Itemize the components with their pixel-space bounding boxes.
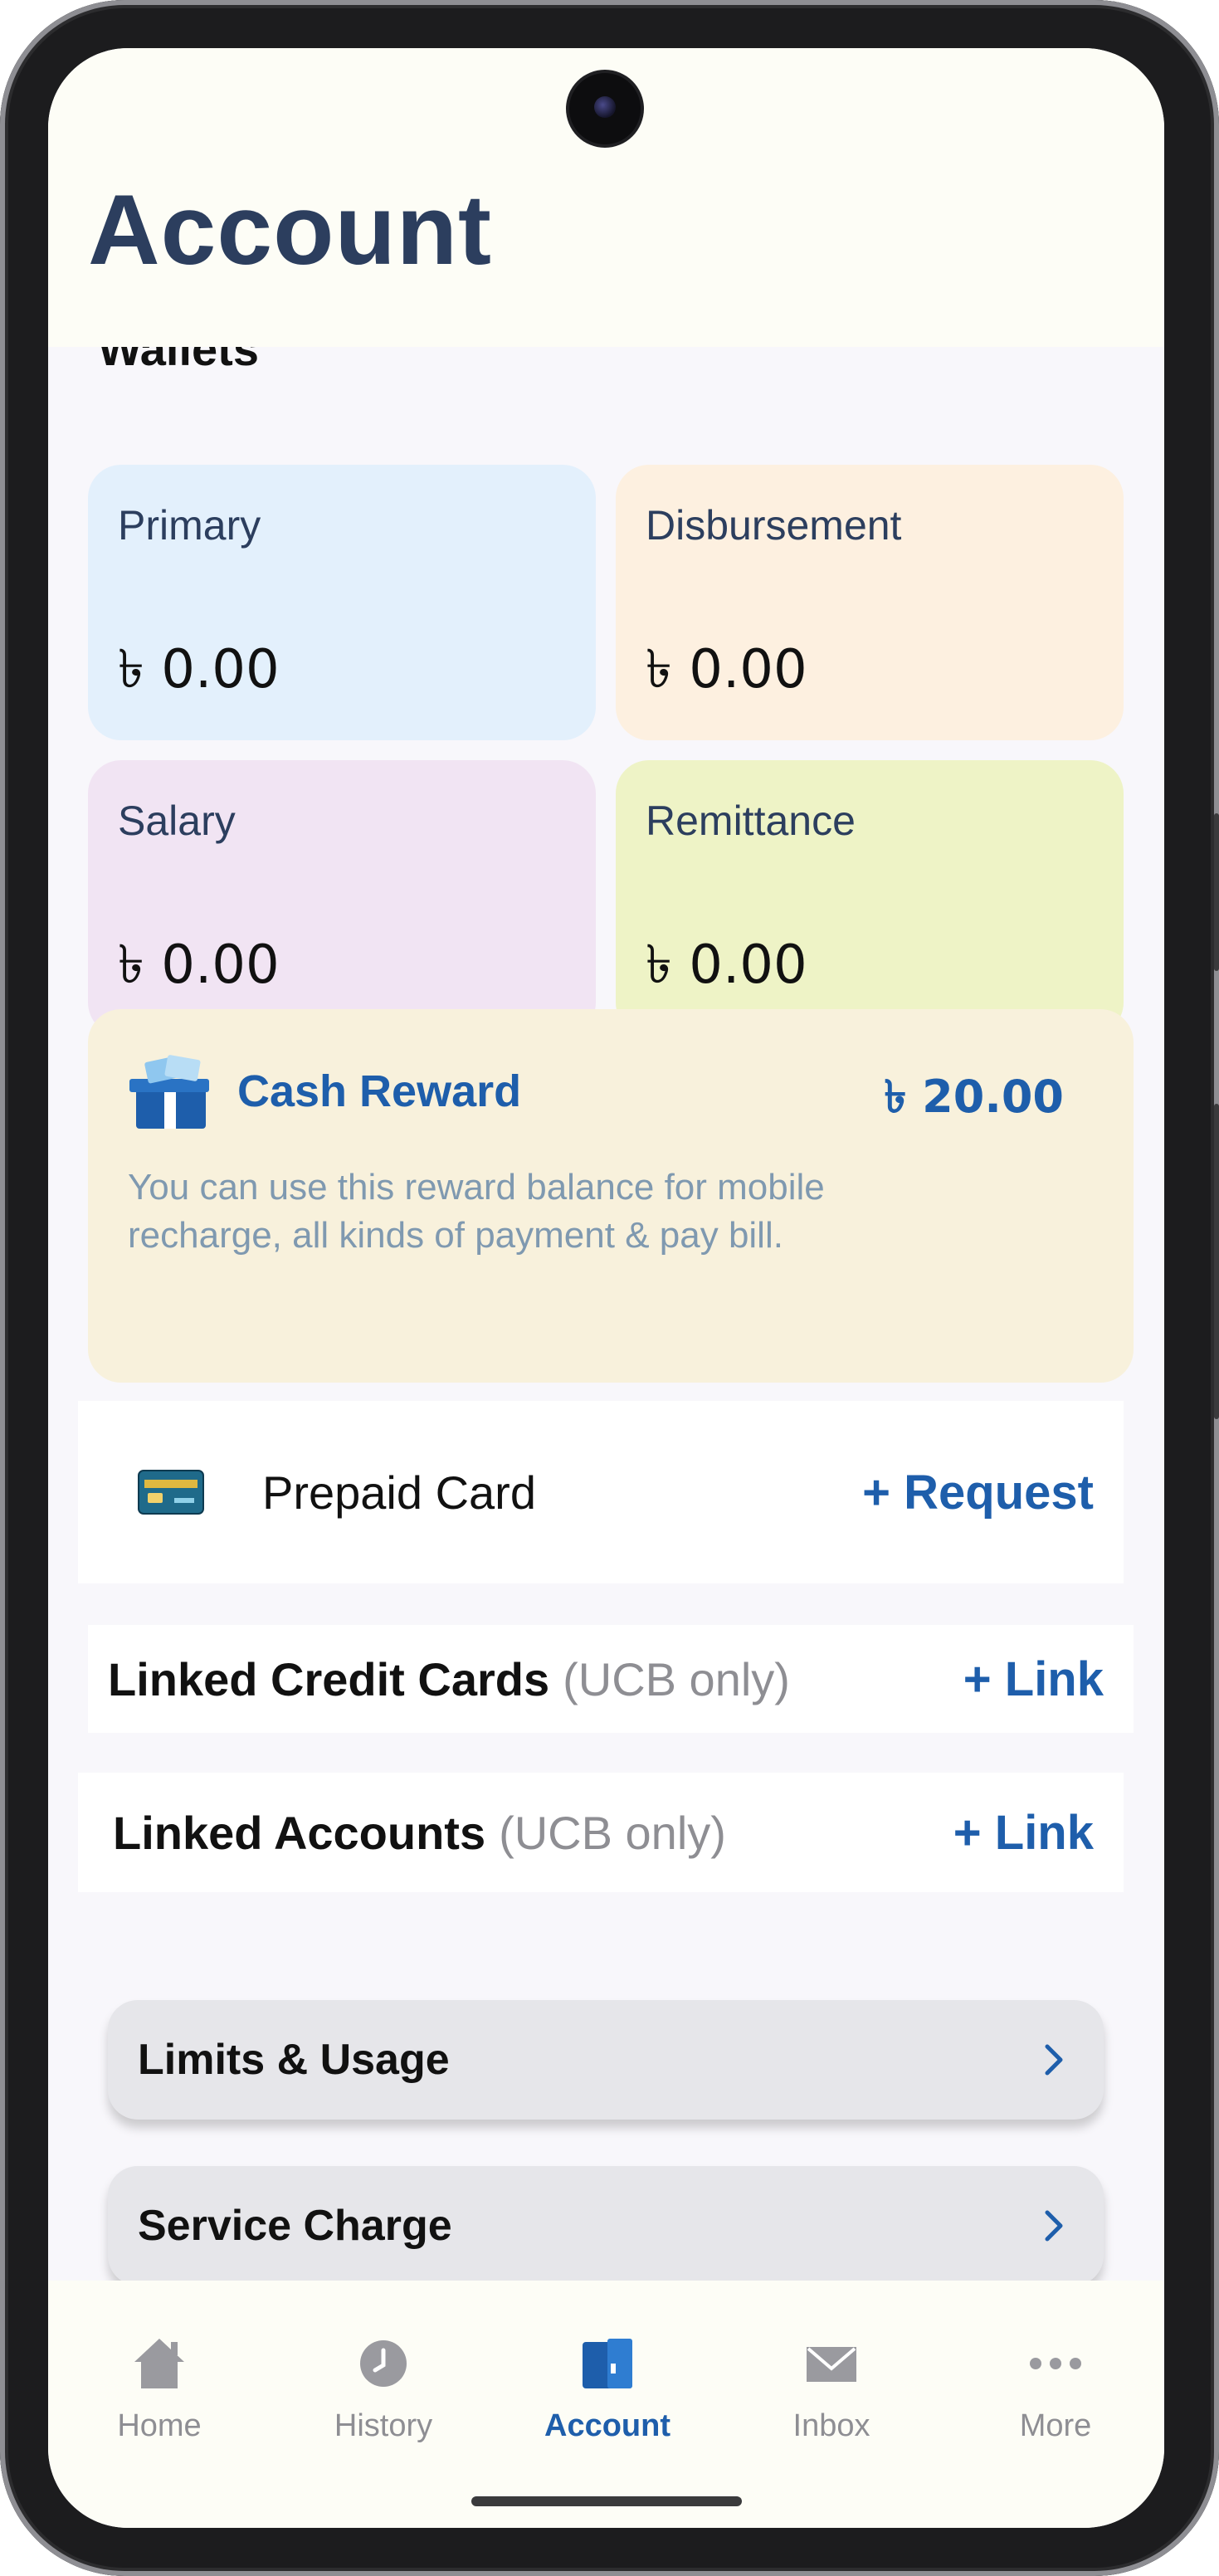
- nav-more[interactable]: More: [973, 2330, 1139, 2444]
- wallet-name: Salary: [118, 798, 236, 844]
- service-charge-button[interactable]: Service Charge: [108, 2166, 1104, 2286]
- linked-credit-cards-row[interactable]: Linked Credit Cards (UCB only) + Link: [88, 1625, 1134, 1733]
- account-content[interactable]: Wallets Primary ৳ 0.00 Disbursement ৳ 0.…: [48, 347, 1164, 2330]
- home-icon: [134, 2339, 184, 2388]
- linked-accounts-label: Linked Accounts: [113, 1806, 486, 1859]
- nav-home[interactable]: Home: [76, 2330, 242, 2444]
- limits-usage-label: Limits & Usage: [138, 2036, 450, 2084]
- wallet-balance: ৳ 0.00: [646, 639, 807, 700]
- chevron-right-icon: [1045, 2044, 1063, 2076]
- nav-label: Home: [117, 2408, 202, 2443]
- cash-reward-title: Cash Reward: [237, 1066, 522, 1116]
- wallet-card-remittance[interactable]: Remittance ৳ 0.00: [616, 760, 1124, 1036]
- app-header: Account: [48, 48, 1164, 347]
- cash-reward-description: You can use this reward balance for mobi…: [128, 1167, 825, 1256]
- chevron-right-icon: [1045, 2210, 1063, 2242]
- prepaid-card-row[interactable]: Prepaid Card + Request: [78, 1401, 1124, 1583]
- nav-label: History: [334, 2408, 433, 2443]
- wallet-card-salary[interactable]: Salary ৳ 0.00: [88, 760, 596, 1036]
- ucb-only-note: (UCB only): [563, 1652, 790, 1705]
- envelope-icon: [807, 2347, 856, 2382]
- bottom-nav: Home History Account Inbox More: [48, 2281, 1164, 2528]
- service-charge-label: Service Charge: [138, 2202, 452, 2250]
- ucb-only-note: (UCB only): [499, 1806, 726, 1859]
- cash-reward-card[interactable]: Cash Reward ৳ 20.00 You can use this rew…: [88, 1009, 1134, 1383]
- power-button: [1214, 813, 1219, 971]
- linked-accounts-row[interactable]: Linked Accounts (UCB only) + Link: [78, 1773, 1124, 1892]
- link-account-button[interactable]: + Link: [953, 1805, 1094, 1861]
- front-camera: [569, 73, 641, 144]
- home-indicator: [471, 2496, 742, 2506]
- screen: Account Wallets Primary ৳ 0.00 Disbursem…: [48, 48, 1164, 2528]
- cash-reward-amount: ৳ 20.00: [884, 1071, 1064, 1123]
- nav-account[interactable]: Account: [524, 2330, 690, 2444]
- link-credit-card-button[interactable]: + Link: [963, 1651, 1104, 1707]
- nav-inbox[interactable]: Inbox: [748, 2330, 914, 2444]
- nav-history[interactable]: History: [300, 2330, 466, 2444]
- phone-frame: Account Wallets Primary ৳ 0.00 Disbursem…: [0, 0, 1219, 2576]
- request-card-button[interactable]: + Request: [862, 1465, 1094, 1520]
- wallet-card-disbursement[interactable]: Disbursement ৳ 0.00: [616, 465, 1124, 740]
- wallet-card-primary[interactable]: Primary ৳ 0.00: [88, 465, 596, 740]
- wallet-name: Primary: [118, 502, 261, 549]
- wallet-name: Remittance: [646, 798, 856, 844]
- nav-label: Account: [544, 2408, 670, 2443]
- wallet-balance: ৳ 0.00: [118, 934, 280, 996]
- prepaid-card-label: Prepaid Card: [262, 1466, 536, 1519]
- nav-label: Inbox: [792, 2408, 870, 2443]
- prepaid-card-icon: [138, 1470, 204, 1515]
- more-dots-icon: [1030, 2358, 1081, 2369]
- wallets-heading: Wallets: [98, 347, 259, 375]
- gift-money-icon: [129, 1055, 209, 1129]
- account-book-icon: [583, 2339, 632, 2388]
- linked-credit-cards-label: Linked Credit Cards: [108, 1652, 550, 1705]
- page-title: Account: [88, 174, 492, 285]
- limits-usage-button[interactable]: Limits & Usage: [108, 2000, 1104, 2120]
- wallet-balance: ৳ 0.00: [118, 639, 280, 700]
- volume-button: [1214, 1104, 1219, 1419]
- wallet-balance: ৳ 0.00: [646, 934, 807, 996]
- nav-label: More: [1019, 2408, 1092, 2443]
- wallet-name: Disbursement: [646, 502, 902, 549]
- clock-icon: [360, 2340, 407, 2387]
